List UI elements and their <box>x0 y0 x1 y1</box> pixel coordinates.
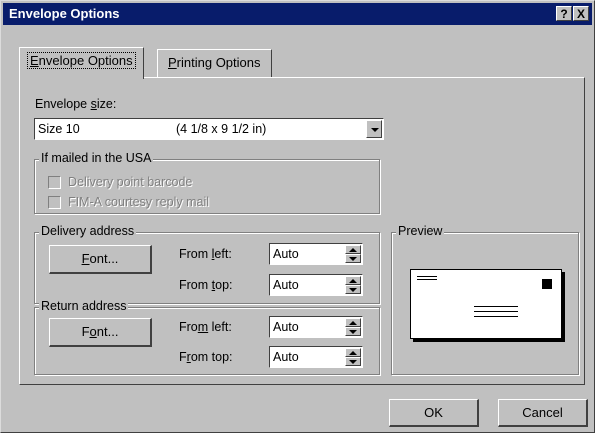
return-from-top-spinner[interactable]: Auto <box>269 346 363 368</box>
preview-title: Preview <box>396 224 445 238</box>
return-address-title: Return address <box>39 299 129 313</box>
delivery-from-left-label: From left: <box>179 247 232 261</box>
envelope-size-dims: (4 1/8 x 9 1/2 in) <box>176 122 267 136</box>
address-line-icon <box>474 311 518 312</box>
spin-up-icon[interactable] <box>345 276 361 285</box>
tab-envelope-options[interactable]: Envelope Options <box>19 47 144 79</box>
delivery-barcode-checkbox[interactable] <box>48 176 61 189</box>
address-line-icon <box>474 316 518 317</box>
envelope-options-dialog: Envelope Options ? X Envelope Options Pr… <box>0 0 595 433</box>
return-font-button[interactable]: Font... <box>49 318 152 347</box>
usa-group-title: If mailed in the USA <box>39 151 154 165</box>
return-address-line-icon <box>417 276 437 277</box>
spin-down-icon[interactable] <box>345 357 361 366</box>
return-from-top-value: Auto <box>273 350 299 364</box>
delivery-from-left-value: Auto <box>273 247 299 261</box>
spin-down-icon[interactable] <box>345 254 361 263</box>
spin-up-icon[interactable] <box>345 245 361 254</box>
envelope-size-select[interactable]: Size 10 (4 1/8 x 9 1/2 in) <box>34 118 384 140</box>
spin-down-icon[interactable] <box>345 285 361 294</box>
tab-printing-options-label: Printing Options <box>168 55 261 70</box>
delivery-address-title: Delivery address <box>39 224 137 238</box>
tab-printing-options[interactable]: Printing Options <box>157 49 272 77</box>
fim-a-label: FIM-A courtesy reply mail <box>68 195 210 209</box>
fim-a-checkbox[interactable] <box>48 196 61 209</box>
delivery-from-top-value: Auto <box>273 278 299 292</box>
window-title: Envelope Options <box>9 6 120 21</box>
return-from-left-value: Auto <box>273 320 299 334</box>
title-bar[interactable]: Envelope Options ? X <box>3 3 592 25</box>
delivery-from-top-label: From top: <box>179 278 233 292</box>
return-from-left-spinner[interactable]: Auto <box>269 316 363 338</box>
return-from-left-label: From left: <box>179 320 232 334</box>
delivery-from-top-spinner[interactable]: Auto <box>269 274 363 296</box>
stamp-icon <box>542 279 552 289</box>
cancel-button[interactable]: Cancel <box>498 399 588 427</box>
spin-down-icon[interactable] <box>345 327 361 336</box>
close-button[interactable]: X <box>573 6 589 21</box>
envelope-preview-icon <box>410 269 562 339</box>
delivery-from-left-spinner[interactable]: Auto <box>269 243 363 265</box>
address-line-icon <box>474 306 518 307</box>
envelope-size-label: Envelope size: <box>35 97 117 111</box>
chevron-down-icon[interactable] <box>366 120 382 138</box>
delivery-barcode-label: Delivery point barcode <box>68 175 193 189</box>
spin-up-icon[interactable] <box>345 318 361 327</box>
spin-up-icon[interactable] <box>345 348 361 357</box>
ok-button[interactable]: OK <box>389 399 479 427</box>
help-button[interactable]: ? <box>556 6 572 21</box>
delivery-font-button[interactable]: Font... <box>49 245 152 274</box>
tab-envelope-options-label: Envelope Options <box>27 52 136 69</box>
return-from-top-label: From top: <box>179 350 233 364</box>
return-address-line-icon <box>417 279 437 280</box>
envelope-size-name: Size 10 <box>38 122 80 136</box>
